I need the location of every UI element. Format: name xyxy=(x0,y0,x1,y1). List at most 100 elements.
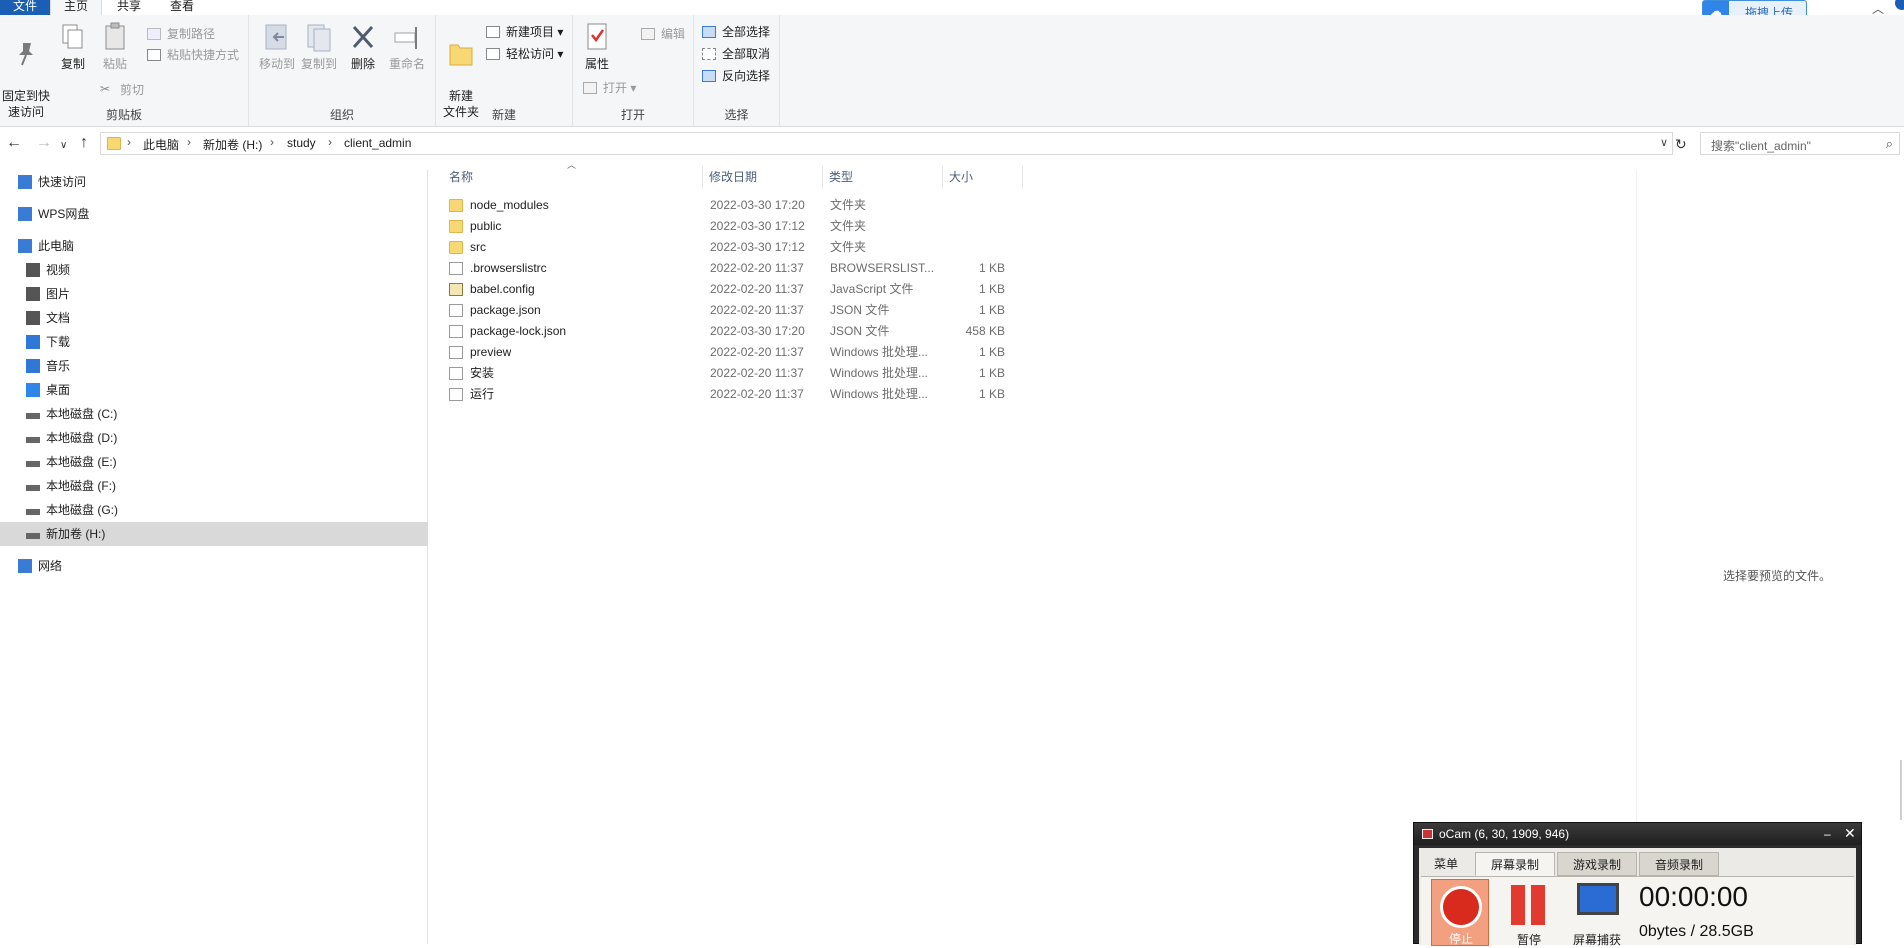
column-header-size[interactable]: 大小 xyxy=(943,166,1023,188)
select-all-button[interactable]: 全部选择 xyxy=(702,23,770,41)
ocam-tab-menu[interactable]: 菜单 xyxy=(1421,852,1471,876)
copy-to-icon xyxy=(307,24,331,52)
nav-item[interactable]: 本地磁盘 (G:) xyxy=(0,498,428,522)
ocam-titlebar[interactable]: oCam (6, 30, 1909, 946) – ✕ xyxy=(1414,823,1861,845)
nav-item[interactable]: 本地磁盘 (E:) xyxy=(0,450,428,474)
select-none-button[interactable]: 全部取消 xyxy=(702,45,770,63)
file-icon xyxy=(449,262,463,275)
back-arrow-icon[interactable]: ← xyxy=(6,135,22,151)
file-size: 1 KB xyxy=(978,387,1005,401)
file-row[interactable]: src 2022-03-30 17:12 文件夹 xyxy=(445,237,1025,258)
search-input[interactable]: 搜索"client_admin" ⌕ xyxy=(1700,132,1900,155)
computer-icon xyxy=(18,239,32,253)
easy-access-button[interactable]: 轻松访问 ▾ xyxy=(486,45,563,63)
refresh-icon[interactable]: ↻ xyxy=(1675,136,1687,152)
file-row[interactable]: public 2022-03-30 17:12 文件夹 xyxy=(445,216,1025,237)
invert-selection-button[interactable]: 反向选择 xyxy=(702,67,770,85)
new-folder-icon xyxy=(449,44,473,66)
file-date: 2022-02-20 11:37 xyxy=(710,387,804,401)
stop-button[interactable]: 停止 xyxy=(1431,879,1489,946)
breadcrumb-this-pc[interactable]: 此电脑 xyxy=(143,136,179,153)
minimize-icon[interactable]: – xyxy=(1824,823,1831,845)
ocam-tab-game-record[interactable]: 游戏录制 xyxy=(1557,852,1637,876)
nav-item[interactable]: 本地磁盘 (D:) xyxy=(0,426,428,450)
file-row[interactable]: preview 2022-02-20 11:37 Windows 批处理... 1 K… xyxy=(445,342,1025,363)
file-name: 安装 xyxy=(470,366,495,380)
preview-splitter[interactable] xyxy=(1900,760,1902,820)
folder-icon xyxy=(449,241,463,254)
paste-shortcut-button[interactable]: 粘贴快捷方式 xyxy=(147,46,239,64)
ocam-tab-screen-record[interactable]: 屏幕录制 xyxy=(1475,852,1555,876)
ocam-app-icon xyxy=(1422,829,1433,839)
pause-label: 暂停 xyxy=(1516,933,1541,947)
file-row[interactable]: babel.config 2022-02-20 11:37 JavaScript 文… xyxy=(445,279,1025,300)
organize-group-label: 组织 xyxy=(329,108,354,122)
breadcrumb-drive-h[interactable]: 新加卷 (H:) xyxy=(203,136,262,153)
nav-item[interactable]: 此电脑 xyxy=(0,234,428,258)
nav-item[interactable]: 新加卷 (H:) xyxy=(0,522,428,546)
nav-item[interactable]: 本地磁盘 (C:) xyxy=(0,402,428,426)
tab-share[interactable]: 共享 xyxy=(104,0,154,15)
nav-item-label: 新加卷 (H:) xyxy=(46,527,106,541)
pause-button[interactable]: 暂停 xyxy=(1501,879,1557,947)
nav-item[interactable]: 下载 xyxy=(0,330,428,354)
paste-button[interactable]: 粘贴 xyxy=(97,15,133,72)
nav-item[interactable]: 文档 xyxy=(0,306,428,330)
file-row[interactable]: 安装 2022-02-20 11:37 Windows 批处理... 1 KB xyxy=(445,363,1025,384)
nav-item-label: 此电脑 xyxy=(38,239,75,253)
breadcrumb-client-admin[interactable]: client_admin xyxy=(344,136,411,150)
file-row[interactable]: package.json 2022-02-20 11:37 JSON 文件 1 KB xyxy=(445,300,1025,321)
tab-home[interactable]: 主页 xyxy=(50,0,102,15)
clipboard-group: 固定到快 速访问 复制 粘贴 复制路径 粘贴快捷方式 ✂ 剪切 剪贴板 xyxy=(0,15,249,127)
delete-button[interactable]: 删除 xyxy=(345,15,381,72)
rename-button[interactable]: 重命名 xyxy=(385,15,429,72)
new-folder-button[interactable]: 新建 文件夹 xyxy=(440,15,482,120)
copy-path-button[interactable]: 复制路径 xyxy=(147,25,215,43)
file-name: src xyxy=(470,240,486,254)
drive-icon xyxy=(26,461,40,467)
file-row[interactable]: .browserslistrc 2022-02-20 11:37 BROWSERSL… xyxy=(445,258,1025,279)
nav-item[interactable]: 视频 xyxy=(0,258,428,282)
document-icon xyxy=(26,311,40,325)
pin-quick-access-button[interactable]: 固定到快 速访问 xyxy=(0,15,52,120)
batch-file-icon xyxy=(449,388,463,401)
close-icon[interactable]: ✕ xyxy=(1844,822,1856,844)
nav-item[interactable]: 图片 xyxy=(0,282,428,306)
column-header-date[interactable]: 修改日期 xyxy=(703,166,823,188)
nav-item[interactable]: 本地磁盘 (F:) xyxy=(0,474,428,498)
capture-button[interactable]: 屏幕捕获 xyxy=(1567,879,1627,947)
nav-item[interactable]: WPS网盘 xyxy=(0,202,428,226)
file-row[interactable]: node_modules 2022-03-30 17:20 文件夹 xyxy=(445,195,1025,216)
address-dropdown-icon[interactable]: ∨ xyxy=(1660,136,1668,149)
file-date: 2022-02-20 11:37 xyxy=(710,345,804,359)
tab-view[interactable]: 查看 xyxy=(156,0,208,15)
tab-file[interactable]: 文件 xyxy=(0,0,50,15)
cut-button[interactable]: ✂ 剪切 xyxy=(100,81,144,99)
properties-button[interactable]: 属性 xyxy=(575,15,619,72)
nav-item[interactable]: 桌面 xyxy=(0,378,428,402)
file-row[interactable]: 运行 2022-02-20 11:37 Windows 批处理... 1 KB xyxy=(445,384,1025,405)
nav-item[interactable]: 音乐 xyxy=(0,354,428,378)
file-row[interactable]: package-lock.json 2022-03-30 17:20 JSON 文件… xyxy=(445,321,1025,342)
copy-button[interactable]: 复制 xyxy=(56,15,90,72)
breadcrumb-study[interactable]: study xyxy=(287,136,316,150)
forward-arrow-icon[interactable]: → xyxy=(36,135,52,151)
nav-item[interactable]: 网络 xyxy=(0,554,428,578)
move-to-icon xyxy=(265,24,287,50)
new-item-button[interactable]: 新建项目 ▾ xyxy=(486,23,563,41)
preview-text: 选择要预览的文件。 xyxy=(1723,569,1832,583)
search-placeholder: 搜索"client_admin" xyxy=(1711,139,1811,153)
column-header-type[interactable]: 类型 xyxy=(823,166,943,188)
nav-item-label: 文档 xyxy=(46,311,71,325)
open-button[interactable]: 打开 ▾ xyxy=(583,79,636,97)
copy-to-button[interactable]: 复制到 xyxy=(297,15,341,72)
pin-icon xyxy=(19,43,33,66)
nav-item[interactable]: 快速访问 xyxy=(0,170,428,194)
edit-button[interactable]: 编辑 xyxy=(641,25,685,43)
up-arrow-icon[interactable]: ↑ xyxy=(80,135,88,151)
ocam-tab-audio-record[interactable]: 音频录制 xyxy=(1639,852,1719,876)
recent-chevron-icon[interactable]: ∨ xyxy=(60,138,67,154)
move-to-button[interactable]: 移动到 xyxy=(255,15,299,72)
address-bar[interactable]: › 此电脑 › 新加卷 (H:) › study › client_admin … xyxy=(100,132,1673,155)
file-type: JSON 文件 xyxy=(830,324,890,338)
